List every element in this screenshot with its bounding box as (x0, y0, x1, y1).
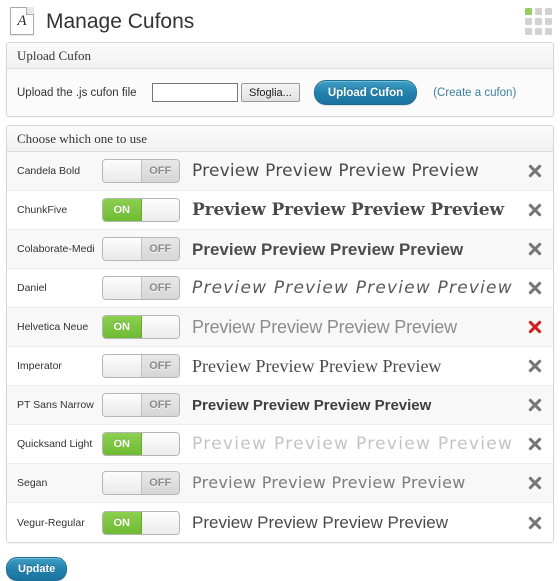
cufon-rows: Candela Bold OFF Preview Preview Preview P… (7, 152, 553, 542)
enable-toggle[interactable]: OFF (102, 354, 180, 378)
table-row: Vegur-Regular ON Preview Preview Preview P… (7, 503, 553, 542)
font-name-label: Candela Bold (17, 165, 81, 177)
table-row: Candela Bold OFF Preview Preview Preview P… (7, 152, 553, 191)
font-name-label: ChunkFive (17, 204, 68, 216)
form-footer: Update (0, 551, 560, 581)
grid-cell-3 (545, 7, 552, 15)
delete-cufon-icon[interactable] (526, 162, 544, 180)
upload-cufon-panel: Upload Cufon Upload the .js cufon file S… (6, 42, 554, 117)
enable-toggle[interactable]: OFF (102, 276, 180, 300)
page-title: Manage Cufons (46, 9, 195, 33)
grid-cell-9 (545, 27, 552, 35)
grid-squares-icon[interactable] (525, 7, 552, 35)
browse-button[interactable]: Sfoglia... (241, 83, 300, 102)
font-name-label: Vegur-Regular (17, 516, 85, 529)
font-name-label: Daniel (17, 282, 47, 294)
table-row: Colaborate-Medi OFF Preview Preview Previe… (7, 230, 553, 269)
delete-cufon-icon[interactable] (526, 514, 544, 532)
grid-cell-4 (525, 17, 532, 25)
toggle-knob (103, 472, 142, 494)
toggle-knob (141, 511, 179, 534)
update-button[interactable]: Update (6, 557, 68, 581)
toggle-state-label: OFF (141, 238, 179, 260)
font-name-label: Helvetica Neue (17, 321, 89, 333)
font-name-label: Quicksand Light (17, 438, 93, 450)
upload-panel-heading: Upload Cufon (7, 43, 553, 69)
enable-toggle[interactable]: OFF (102, 471, 180, 495)
grid-cell-6 (545, 17, 552, 25)
delete-cufon-icon[interactable] (526, 474, 544, 492)
table-row: Helvetica Neue ON Preview Preview Preview … (7, 308, 553, 347)
toggle-knob (103, 394, 142, 416)
table-row: ChunkFive ON Preview Preview Preview Previ… (7, 191, 553, 230)
font-preview-text: Preview Preview Preview Preview (192, 201, 505, 219)
delete-cufon-icon[interactable] (526, 435, 544, 453)
toggle-state-label: ON (103, 316, 142, 338)
delete-cufon-icon[interactable] (526, 357, 544, 375)
enable-toggle[interactable]: ON (102, 432, 180, 456)
delete-cufon-icon[interactable] (526, 396, 544, 414)
toggle-knob (103, 238, 142, 260)
toggle-state-label: OFF (141, 160, 179, 182)
toggle-state-label: OFF (141, 355, 179, 377)
enable-toggle[interactable]: OFF (102, 393, 180, 417)
upload-panel-body: Upload the .js cufon file Sfoglia... Upl… (7, 69, 553, 116)
upload-field-label: Upload the .js cufon file (17, 86, 137, 99)
table-row: Imperator OFF Preview Preview Preview Prev… (7, 347, 553, 386)
grid-cell-1 (525, 7, 532, 15)
grid-cell-5 (535, 17, 542, 25)
toggle-knob (103, 160, 142, 182)
font-name-label: Imperator (17, 360, 62, 372)
font-name-label: PT Sans Narrow (17, 399, 94, 411)
upload-cufon-button[interactable]: Upload Cufon (313, 80, 418, 105)
toggle-state-label: ON (103, 433, 142, 455)
delete-cufon-icon[interactable] (526, 240, 544, 258)
toggle-knob (141, 316, 179, 338)
delete-cufon-icon[interactable] (526, 279, 544, 297)
toggle-state-label: ON (103, 199, 142, 221)
doc-icon-glyph: A (17, 12, 27, 29)
table-row: Quicksand Light ON Preview Preview Preview… (7, 425, 553, 464)
enable-toggle[interactable]: ON (102, 198, 180, 222)
enable-toggle[interactable]: ON (102, 510, 180, 535)
delete-cufon-icon[interactable] (526, 318, 544, 336)
delete-cufon-icon[interactable] (526, 201, 544, 219)
cufon-document-icon: A (10, 7, 34, 35)
font-preview-text: Preview Preview Preview Preview (192, 397, 432, 413)
font-preview-text: Preview Preview Preview Preview (192, 475, 466, 491)
file-path-field[interactable] (152, 83, 238, 102)
font-preview-text: Preview Preview Preview Preview (192, 435, 514, 453)
font-preview-text: Preview Preview Preview Preview (192, 279, 513, 297)
toggle-state-label: OFF (141, 394, 179, 416)
create-a-cufon-link[interactable]: (Create a cufon) (433, 87, 516, 99)
grid-cell-8 (535, 27, 542, 35)
font-preview-text: Preview Preview Preview Preview (192, 162, 480, 180)
font-name-label: Colaborate-Medi (17, 243, 95, 255)
enable-toggle[interactable]: OFF (102, 237, 180, 261)
cufon-list-panel: Choose which one to use Candela Bold OFF P… (6, 125, 554, 543)
toggle-state-label: OFF (141, 472, 179, 494)
toggle-knob (103, 277, 142, 299)
table-row: Daniel OFF Preview Preview Preview Preview (7, 269, 553, 308)
toggle-state-label: ON (103, 511, 142, 534)
font-preview-text: Preview Preview Preview Preview (192, 240, 464, 258)
font-preview-text: Preview Preview Preview Preview (192, 318, 457, 336)
toggle-knob (141, 199, 179, 221)
enable-toggle[interactable]: OFF (102, 159, 180, 183)
grid-cell-2 (535, 7, 542, 15)
toggle-knob (103, 355, 142, 377)
table-row: Segan OFF Preview Preview Preview Preview (7, 464, 553, 503)
toggle-knob (141, 433, 179, 455)
font-preview-text: Preview Preview Preview Preview (192, 514, 449, 531)
list-panel-heading: Choose which one to use (7, 126, 553, 152)
cufon-file-input[interactable]: Sfoglia... (152, 83, 300, 102)
table-row: PT Sans Narrow OFF Preview Preview Preview… (7, 386, 553, 425)
toggle-state-label: OFF (141, 277, 179, 299)
font-preview-text: Preview Preview Preview Preview (192, 357, 442, 375)
page-header: A Manage Cufons (0, 0, 560, 42)
font-name-label: Segan (17, 477, 48, 489)
grid-cell-7 (525, 27, 532, 35)
enable-toggle[interactable]: ON (102, 315, 180, 339)
